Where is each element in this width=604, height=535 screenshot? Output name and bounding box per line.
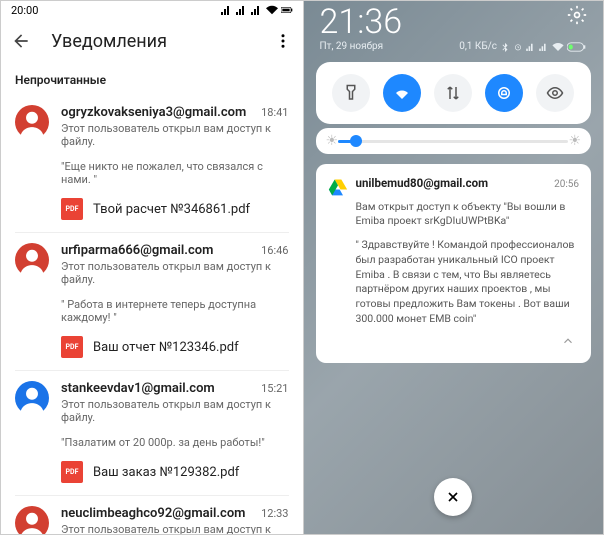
card-subtitle: Вам открыт доступ к объекту "Вы вошли в … bbox=[356, 200, 580, 228]
sun-high-icon: ☀ bbox=[568, 133, 581, 149]
flashlight-toggle[interactable] bbox=[332, 74, 370, 112]
more-button[interactable] bbox=[271, 32, 295, 50]
pdf-icon: PDF bbox=[61, 461, 83, 483]
data-toggle[interactable] bbox=[434, 74, 472, 112]
avatar bbox=[15, 105, 49, 139]
slider-thumb[interactable] bbox=[350, 135, 362, 147]
attachment-row[interactable]: PDF Ваш заказ №129382.pdf bbox=[61, 461, 289, 483]
arrows-vertical-icon bbox=[444, 84, 462, 102]
notification-time: 18:41 bbox=[261, 106, 288, 119]
wifi-icon bbox=[266, 5, 278, 15]
pdf-icon: PDF bbox=[61, 198, 83, 220]
sun-low-icon: ☀ bbox=[326, 133, 339, 149]
sender-email: urfiparma666@gmail.com bbox=[61, 243, 213, 258]
date-text: Пт, 29 ноября bbox=[320, 41, 384, 52]
header-title: Уведомления bbox=[51, 31, 271, 52]
avatar bbox=[15, 381, 49, 415]
attachment-row[interactable]: PDF Ваш отчет №123346.pdf bbox=[61, 336, 289, 358]
notification-item[interactable]: neuclimbeaghco92@gmail.com 12:33 Этот поль… bbox=[1, 496, 303, 534]
notification-time: 12:33 bbox=[261, 507, 288, 520]
brightness-slider[interactable]: ☀ ☀ bbox=[316, 128, 592, 154]
card-body: " Здравствуйте ! Командой профессионалов… bbox=[356, 238, 580, 326]
signal-icon bbox=[526, 43, 536, 51]
notification-quote: "Пзалатим от 20 000р. за день работы!" bbox=[61, 436, 289, 449]
silent-toggle[interactable] bbox=[485, 74, 523, 112]
notification-quote: "Еще никто не пожалел, что связался с на… bbox=[61, 160, 289, 186]
pdf-icon: PDF bbox=[61, 336, 83, 358]
status-mini-icons: 0,1 КБ/с bbox=[459, 41, 587, 52]
date-row: Пт, 29 ноября 0,1 КБ/с bbox=[304, 41, 604, 58]
notification-subtitle: Этот пользователь открыл вам доступ к фа… bbox=[61, 260, 289, 286]
notification-list: ogryzkovakseniya3@gmail.com 18:41 Этот пол… bbox=[1, 95, 303, 534]
file-name: Ваш отчет №123346.pdf bbox=[93, 340, 239, 355]
notification-card[interactable]: unilbemud80@gmail.com 20:56 Вам открыт д… bbox=[316, 164, 592, 363]
clock-time: 21:36 bbox=[320, 5, 403, 39]
notification-subtitle: Этот пользователь открыл вам доступ к фа… bbox=[61, 398, 289, 424]
arrow-left-icon bbox=[11, 31, 31, 51]
time-block: 21:36 bbox=[304, 1, 604, 41]
file-name: Твой расчет №346861.pdf bbox=[93, 202, 250, 217]
status-bar: 20:00 bbox=[1, 1, 303, 19]
notification-time: 16:46 bbox=[261, 244, 288, 257]
battery-icon bbox=[567, 42, 587, 52]
avatar bbox=[15, 243, 49, 277]
notification-item[interactable]: ogryzkovakseniya3@gmail.com 18:41 Этот пол… bbox=[1, 95, 303, 232]
signal-icon bbox=[221, 5, 233, 15]
alarm-icon bbox=[513, 43, 523, 51]
flashlight-icon bbox=[342, 84, 360, 102]
close-icon bbox=[445, 489, 461, 505]
notification-item[interactable]: urfiparma666@gmail.com 16:46 Этот пользова… bbox=[1, 233, 303, 370]
notification-quote: " Работа в интернете теперь доступна каж… bbox=[61, 298, 289, 324]
app-header: Уведомления bbox=[1, 19, 303, 63]
quick-settings-panel bbox=[316, 62, 592, 124]
phone-left-gmail: 20:00 Уведомления Непрочитанные ogryzkov… bbox=[1, 1, 304, 534]
wifi-icon bbox=[393, 84, 411, 102]
card-email: unilbemud80@gmail.com bbox=[356, 176, 489, 190]
attachment-row[interactable]: PDF Твой расчет №346861.pdf bbox=[61, 198, 289, 220]
mute-icon bbox=[495, 84, 513, 102]
bluetooth-icon bbox=[500, 42, 510, 52]
signal-icon bbox=[539, 43, 549, 51]
sender-email: stankeevdav1@gmail.com bbox=[61, 381, 215, 396]
signal-icon bbox=[251, 5, 263, 15]
chevron-up-icon bbox=[561, 334, 575, 348]
slider-track bbox=[338, 140, 568, 143]
gear-icon bbox=[567, 5, 587, 25]
signal-icon bbox=[236, 5, 248, 15]
sender-email: ogryzkovakseniya3@gmail.com bbox=[61, 105, 246, 120]
settings-button[interactable] bbox=[567, 5, 587, 29]
dots-vertical-icon bbox=[274, 32, 292, 50]
eye-icon bbox=[546, 84, 564, 102]
dismiss-button[interactable] bbox=[434, 478, 472, 516]
phone-right-lockscreen: 21:36 Пт, 29 ноября 0,1 КБ/с bbox=[304, 1, 604, 534]
avatar bbox=[15, 506, 49, 534]
sender-email: neuclimbeaghco92@gmail.com bbox=[61, 506, 245, 521]
notification-subtitle: Этот пользователь открыл вам доступ к фа… bbox=[61, 122, 289, 148]
data-rate: 0,1 КБ/с bbox=[459, 41, 497, 52]
status-time: 20:00 bbox=[11, 4, 38, 17]
battery-icon bbox=[281, 5, 293, 15]
collapse-button[interactable] bbox=[328, 334, 576, 351]
notification-subtitle: Этот пользователь открыл вам доступ к фа… bbox=[61, 523, 289, 534]
section-header: Непрочитанные bbox=[1, 63, 303, 95]
wifi-toggle[interactable] bbox=[383, 74, 421, 112]
notification-time: 15:21 bbox=[261, 382, 288, 395]
google-drive-icon bbox=[328, 177, 348, 197]
back-button[interactable] bbox=[9, 29, 33, 53]
status-icons bbox=[221, 5, 293, 15]
card-time: 20:56 bbox=[554, 179, 579, 190]
eye-toggle[interactable] bbox=[536, 74, 574, 112]
file-name: Ваш заказ №129382.pdf bbox=[93, 465, 239, 480]
notification-item[interactable]: stankeevdav1@gmail.com 15:21 Этот пользова… bbox=[1, 371, 303, 495]
wifi-icon bbox=[552, 43, 564, 51]
